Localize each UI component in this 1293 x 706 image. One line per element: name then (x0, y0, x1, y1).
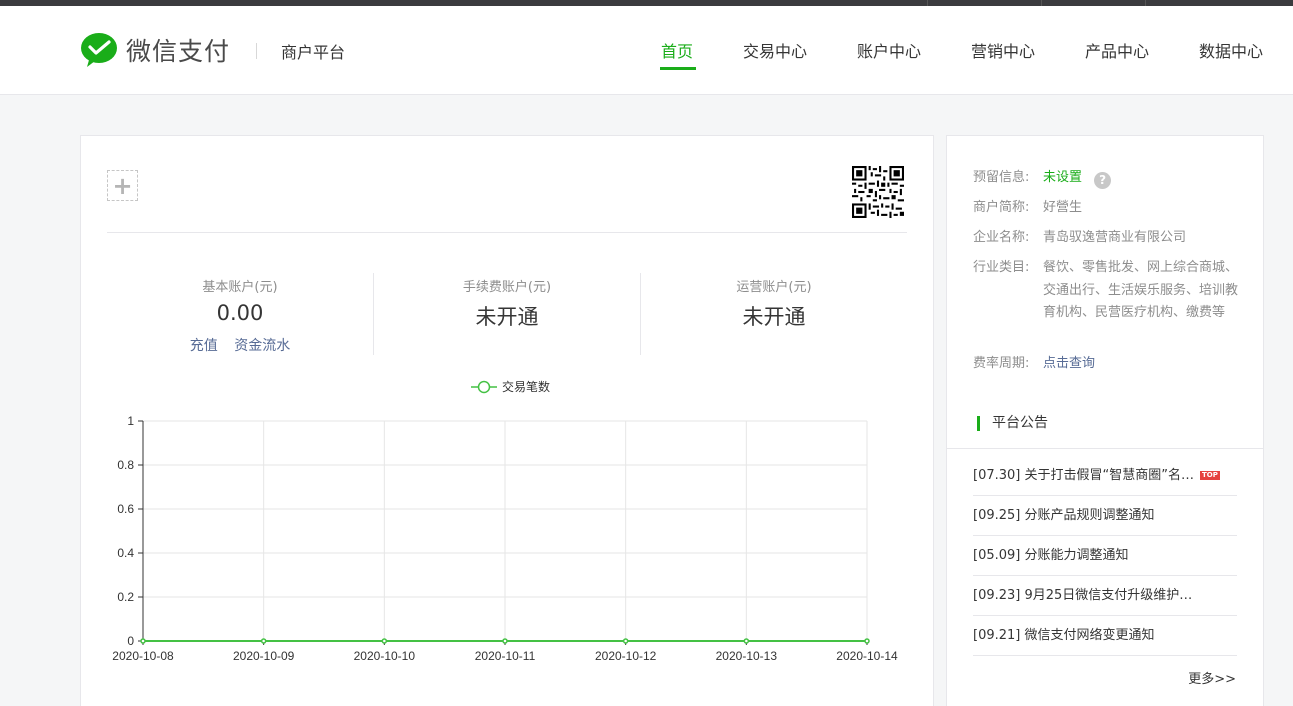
data-point (260, 638, 267, 644)
operation-account: 运营账户(元) 未开通 (641, 276, 907, 331)
header: 微信支付 商户平台 首页 交易中心 账户中心 营销中心 产品中心 数据中心 (0, 6, 1293, 95)
notice-item[interactable]: [07.30] 关于打击假冒“智慧商圈”名… TOP (973, 456, 1237, 496)
x-tick-label: 2020-10-08 (112, 649, 174, 663)
basic-account-balance: 0.00 (216, 301, 264, 325)
transactions-chart-svg: 0 0.2 0.4 0.6 0.8 1 2020-10-08 2020-10-09 2020-1… (112, 379, 898, 663)
operation-account-status: 未开通 (742, 305, 806, 329)
fee-account: 手续费账户(元) 未开通 (374, 276, 640, 331)
operation-account-label: 运营账户(元) (736, 280, 812, 295)
nav-active-indicator (660, 67, 696, 70)
notice-item[interactable]: [09.21] 微信支付网络变更通知 (973, 616, 1237, 656)
dashboard-card: + 基本账户(元) 0.00 充值 资金流水 手续费账户(元) 未开通 运营账户… (80, 135, 934, 706)
y-tick-label: 1 (127, 414, 134, 428)
wechat-pay-logo-icon (81, 33, 117, 67)
nav-trade-center[interactable]: 交易中心 (743, 38, 807, 62)
short-name-row: 商户简称: 好營生 (973, 197, 1243, 220)
reserved-info-value[interactable]: 未设置 (1043, 170, 1082, 185)
short-name-label: 商户简称: (973, 200, 1030, 215)
logo-divider (256, 43, 257, 59)
y-tick-label: 0.8 (117, 458, 134, 472)
x-tick-label: 2020-10-12 (595, 649, 657, 663)
fee-cycle-link[interactable]: 点击查询 (1043, 353, 1095, 376)
company-name-row: 企业名称: 青岛驭逸营商业有限公司 (973, 227, 1243, 250)
basic-account-label: 基本账户(元) (202, 280, 278, 295)
y-tick-label: 0 (127, 634, 134, 648)
fee-account-label: 手续费账户(元) (462, 280, 552, 295)
nav-product-center[interactable]: 产品中心 (1085, 38, 1149, 62)
reserved-info-row: 预留信息: 未设置 ? (973, 167, 1243, 190)
basic-account: 基本账户(元) 0.00 充值 资金流水 (107, 276, 373, 355)
company-name-label: 企业名称: (973, 230, 1030, 245)
data-point (140, 638, 146, 644)
fund-flow-link[interactable]: 资金流水 (234, 338, 290, 354)
nav-account-center[interactable]: 账户中心 (857, 38, 921, 62)
nav-data-center[interactable]: 数据中心 (1199, 38, 1263, 62)
fee-account-status: 未开通 (475, 305, 539, 329)
legend-label: 交易笔数 (502, 379, 550, 394)
recharge-link[interactable]: 充值 (190, 338, 218, 354)
card-divider (107, 232, 907, 233)
x-tick-label: 2020-10-09 (233, 649, 295, 663)
qr-code-icon[interactable] (852, 166, 904, 218)
data-point (381, 638, 388, 644)
help-icon[interactable]: ? (1094, 172, 1112, 189)
industry-value: 餐饮、零售批发、网上综合商城、交通出行、生活娱乐服务、培训教育机构、民营医疗机构… (1043, 260, 1239, 320)
x-tick-label: 2020-10-13 (716, 649, 778, 663)
top-badge: TOP (1199, 471, 1220, 480)
merchant-info-card: 预留信息: 未设置 ? 商户简称: 好營生 企业名称: 青岛驭逸营商业有限公司 … (946, 135, 1264, 706)
industry-label: 行业类目: (973, 260, 1030, 275)
notice-item[interactable]: [09.23] 9月25日微信支付升级维护… (973, 576, 1237, 616)
notice-item[interactable]: [05.09] 分账能力调整通知 (973, 536, 1237, 576)
data-point (864, 638, 870, 644)
reserved-info-label: 预留信息: (973, 170, 1030, 185)
notice-text: [09.21] 微信支付网络变更通知 (973, 628, 1155, 643)
data-point (502, 638, 508, 644)
x-tick-label: 2020-10-10 (354, 649, 416, 663)
y-tick-label: 0.2 (117, 590, 134, 604)
nav-marketing-center[interactable]: 营销中心 (971, 38, 1035, 62)
notice-title: 平台公告 (977, 416, 1048, 431)
notice-divider (947, 448, 1263, 449)
notice-text: [09.23] 9月25日微信支付升级维护… (973, 588, 1193, 603)
add-shortcut-button[interactable]: + (107, 170, 138, 201)
data-point (622, 638, 629, 644)
data-point (743, 638, 750, 644)
logo-text: 微信支付 (126, 37, 231, 66)
notice-text: [07.30] 关于打击假冒“智慧商圈”名… (973, 468, 1194, 483)
industry-row: 行业类目: 餐饮、零售批发、网上综合商城、交通出行、生活娱乐服务、培训教育机构、… (973, 257, 1243, 325)
short-name-value: 好營生 (1043, 200, 1083, 215)
x-tick-label: 2020-10-14 (836, 649, 898, 663)
x-tick-label: 2020-10-11 (475, 649, 536, 663)
notice-text: [09.25] 分账产品规则调整通知 (973, 508, 1155, 523)
fee-cycle-row: 费率周期: 点击查询 (973, 353, 1243, 376)
y-tick-label: 0.6 (117, 502, 134, 516)
more-notices-link[interactable]: 更多>> (1188, 668, 1236, 687)
transactions-chart: 0 0.2 0.4 0.6 0.8 1 2020-10-08 2020-10-09 2020-1… (81, 371, 933, 671)
y-tick-label: 0.4 (117, 546, 134, 560)
plus-icon: + (112, 171, 133, 200)
legend-swatch-marker (477, 380, 491, 394)
platform-name: 商户平台 (281, 43, 346, 62)
nav-home[interactable]: 首页 (661, 38, 693, 62)
company-name-value: 青岛驭逸营商业有限公司 (1043, 230, 1187, 245)
notice-item[interactable]: [09.25] 分账产品规则调整通知 (973, 496, 1237, 536)
wechat-pay-logo[interactable]: 微信支付 (80, 32, 230, 68)
fee-cycle-label: 费率周期: (973, 356, 1030, 371)
notice-text: [05.09] 分账能力调整通知 (973, 548, 1129, 563)
